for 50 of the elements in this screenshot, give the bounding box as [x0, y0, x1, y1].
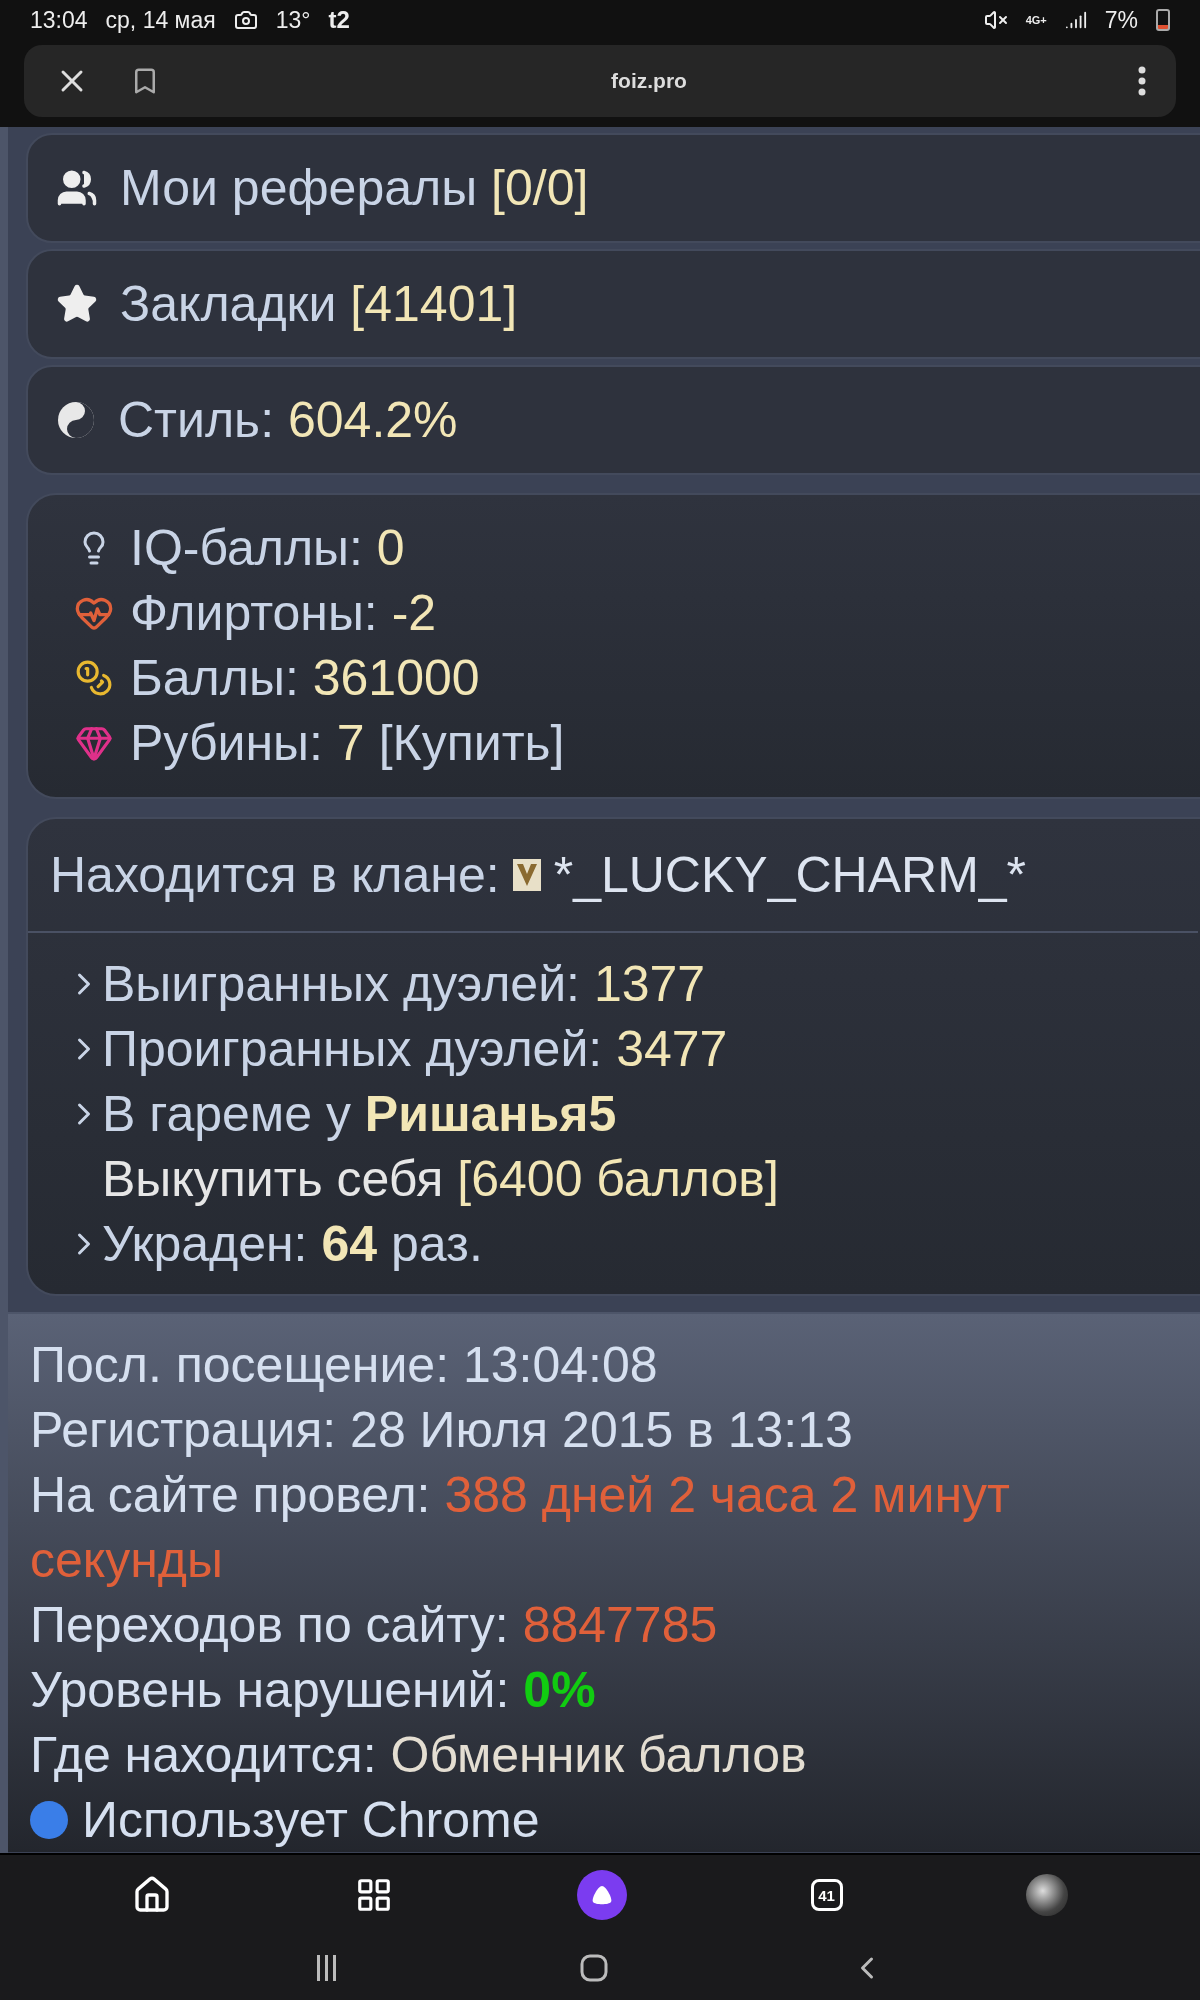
assistant-button[interactable] [577, 1870, 627, 1920]
more-icon [1138, 66, 1146, 96]
avatar [1026, 1874, 1069, 1916]
menu-button[interactable] [1138, 66, 1146, 96]
carrier-logo: t2 [328, 6, 350, 34]
stat-text: IQ-баллы: 0 [130, 518, 405, 578]
info-line: Регистрация: 28 Июля 2015 в 13:13 [30, 1400, 853, 1460]
yin-yang-icon [56, 400, 96, 440]
date: ср, 14 мая [105, 6, 216, 34]
info-line: секунды [30, 1530, 223, 1590]
menu-card[interactable]: Стиль: 604.2% [26, 365, 1200, 475]
clan-stat: Проигранных дуэлей: 3477 [102, 1019, 728, 1079]
clan-stat: Выигранных дуэлей: 1377 [102, 954, 706, 1014]
page-url: foiz.pro [610, 69, 688, 93]
buy-link[interactable]: [Купить] [378, 713, 565, 772]
battery-icon [1156, 9, 1170, 31]
camera-icon [233, 8, 258, 32]
menu-card[interactable]: Мои рефералы [0/0] [26, 133, 1200, 243]
signal-icon [1064, 9, 1087, 31]
star-icon [56, 283, 98, 325]
mute-icon [983, 8, 1008, 32]
info-line: Посл. посещение: 13:04:08 [30, 1335, 658, 1395]
temperature: 13° [275, 6, 311, 34]
battery-percent: 7% [1104, 6, 1138, 34]
profile-button[interactable] [1026, 1874, 1069, 1916]
home-nav-button[interactable] [579, 1952, 609, 1983]
menu-card-label: Стиль: 604.2% [118, 391, 458, 450]
info-line: Использует Chrome [82, 1790, 540, 1850]
tabs-button[interactable]: 41 [810, 1879, 843, 1911]
recent-apps-button[interactable] [315, 1952, 339, 1983]
clan-label: Находится в клане: [50, 846, 500, 905]
stat-text: Баллы: 361000 [130, 648, 480, 708]
ransom-link[interactable]: Выкупить себя [6400 баллов] [102, 1148, 779, 1209]
info-line: Где находится: Обменник баллов [30, 1725, 807, 1785]
menu-card-label: Закладки [41401] [120, 275, 518, 334]
stat-text: Рубины: 7 [130, 713, 365, 773]
coins-icon [75, 658, 113, 697]
clan-name: *_LUCKY_CHARM_* [553, 846, 1027, 905]
info-line: Уровень нарушений: 0% [30, 1660, 596, 1720]
clan-stat: Украден: 64 раз. [102, 1214, 483, 1274]
info-line: На сайте провел: 388 дней 2 часа 2 минут [30, 1465, 1010, 1525]
info-line: Переходов по сайту: 8847785 [30, 1595, 718, 1655]
triangle-icon [590, 1885, 614, 1905]
network-type: 4G+ [1025, 14, 1047, 26]
stat-text: Флиртоны: -2 [130, 583, 437, 643]
clan-badge-icon [511, 858, 542, 892]
menu-card-label: Мои рефералы [0/0] [120, 159, 589, 218]
clock: 13:04 [30, 6, 88, 34]
menu-card[interactable]: Закладки [41401] [26, 249, 1200, 359]
clan-stat: В гареме у Ришанья5 [102, 1084, 617, 1144]
